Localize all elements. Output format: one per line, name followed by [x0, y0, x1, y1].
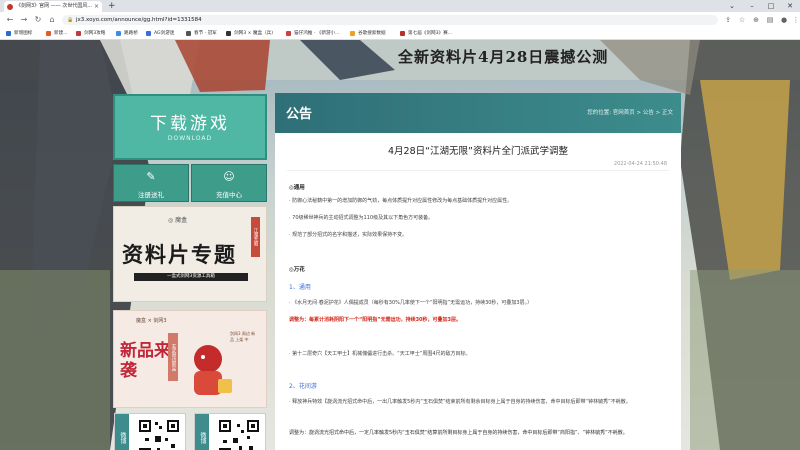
bookmark-item[interactable]: 路路桥: [116, 28, 138, 39]
menu-icon[interactable]: ⋮: [790, 14, 800, 26]
newitem-label: 玄武周边新品: [168, 333, 178, 381]
reload-icon[interactable]: ↻: [32, 14, 44, 26]
qr-card-label: 微博: [115, 414, 129, 450]
download-title: 下载游戏: [150, 114, 230, 134]
article-paragraph-adjusted: 调整为：旋涡流光招式命中后，一定几率触发5秒内“玉石俱焚”结算前所剩目标身上属于…: [289, 430, 628, 436]
register-label: 注册送礼: [138, 191, 164, 199]
banner-title: 全新资料片4月28日震撼公测: [398, 48, 609, 66]
maximize-icon[interactable]: □: [761, 0, 781, 12]
divider: [287, 170, 669, 171]
recharge-center-button[interactable]: ☺ 充值中心: [191, 164, 267, 202]
bookmark-item[interactable]: 第七届《剑网3》赛...: [400, 28, 452, 39]
back-icon[interactable]: ←: [4, 14, 16, 26]
new-product-banner[interactable]: 魔盒 × 剑网3 新品来袭 玄武周边新品 剑网3 周边 新品 上架 中: [113, 310, 267, 408]
bookmark-item[interactable]: 谷歌搜索数据: [350, 28, 386, 39]
section-heading-general: ◎通用: [289, 185, 305, 191]
lock-icon: 🔒: [67, 17, 74, 23]
subsection-heading: 2、花间游: [289, 383, 317, 390]
article-paragraph: · 防御心法秘籍中第一的增加防御的气劲，每点体质提升对应属性修改为每点基础体质提…: [289, 198, 513, 204]
url-text: jx3.xoyo.com/announce/gg.html?id=1331584: [76, 17, 202, 23]
download-game-button[interactable]: 下载游戏 DOWNLOAD: [113, 94, 267, 160]
bookmark-item[interactable]: AG剑游迷: [146, 28, 174, 39]
newitem-side-text: 剑网3 周边 新品 上架 中: [230, 331, 256, 342]
profile-icon[interactable]: ●: [778, 14, 790, 26]
article-title: 4月28日“江湖无限”资料片全门派武学调整: [388, 146, 568, 157]
expansion-feature-banner[interactable]: ◎ 魔盒 资料片专题 一盒式剑网3资源工具箱 江湖无限: [113, 206, 267, 302]
tab-jx3[interactable]: 《剑网3》官网 —— 次世代国风... ×: [4, 1, 102, 12]
bookmark-item[interactable]: 剑网3 × 魔盒（兵): [226, 28, 273, 39]
announcement-header: 公告 您的位置: 官网首页 > 公告 > 正文: [275, 93, 681, 133]
forward-icon[interactable]: →: [18, 14, 30, 26]
article-paragraph: · 第十二层奇穴【天工甲士】机械傀儡进行击杀。“天工甲士”周围4尺的敌方目标。: [289, 351, 471, 357]
browser-toolbar: ← → ↻ ⌂ 🔒 jx3.xoyo.com/announce/gg.html?…: [0, 12, 800, 28]
sidepanel-icon[interactable]: ▤: [764, 14, 776, 26]
announcement-header-title: 公告: [286, 107, 313, 122]
subsection-heading: 1、通用: [289, 284, 311, 291]
bookmark-item[interactable]: 猫仔鸿推 · 《新游小...: [286, 28, 340, 39]
bookmark-item[interactable]: 春节 · 冠军: [186, 28, 217, 39]
tab-bar: 《剑网3》官网 —— 次世代国风... × + ⌄ – □ ✕: [0, 0, 800, 12]
bookmarks-bar: 新增图标 新建... 剑网3攻略 路路桥 AG剑游迷 春节 · 冠军 剑网3 ×…: [0, 28, 800, 40]
new-tab-icon[interactable]: +: [108, 0, 116, 12]
tab-search-icon[interactable]: ⌄: [722, 0, 742, 12]
bookmark-item[interactable]: 新建...: [46, 28, 68, 39]
register-icon: ✎: [146, 170, 156, 183]
close-window-icon[interactable]: ✕: [780, 0, 800, 12]
article-paragraph: · 规范了部分招式的名字和描述，实际效果保持不变。: [289, 232, 408, 238]
article-paragraph: · 释放神兵特效【旋涡流光招式命中后，一出几率触发5秒内“玉石俱焚”结束前所有剩…: [289, 399, 631, 405]
extension-icon[interactable]: ⊕: [750, 14, 762, 26]
tab-close-icon[interactable]: ×: [94, 1, 99, 12]
article-paragraph-emphasis: 调整为：每累计消耗阴阳下一个“阳明指”无需运功，持续30秒，可叠加3层。: [289, 317, 462, 323]
register-gift-button[interactable]: ✎ 注册送礼: [113, 164, 189, 202]
tab-title: 《剑网3》官网 —— 次世代国风...: [16, 3, 93, 9]
promo-title: 资料片专题: [122, 242, 237, 267]
recharge-icon: ☺: [223, 170, 235, 183]
share-icon[interactable]: ⇪: [722, 14, 734, 26]
tab-favicon-icon: [7, 4, 13, 10]
qr-code-icon: [217, 418, 261, 450]
article-panel: 4月28日“江湖无限”资料片全门派武学调整 2022-04-24 21:50:4…: [275, 133, 681, 450]
home-icon[interactable]: ⌂: [46, 14, 58, 26]
minimize-icon[interactable]: –: [742, 0, 762, 12]
article-paragraph: · 《水月无间·春泥护花》人偶提成员（每秒有30%几率使下一个“阳明指”无需运功…: [289, 300, 533, 306]
article-paragraph: · 70级稀世神兵的主动招式调整为110级及其以下角色方可装备。: [289, 215, 434, 221]
page-content: 全新资料片4月28日震撼公测 下载游戏 DOWNLOAD ✎ 注册送礼 ☺ 充值…: [0, 40, 800, 450]
bookmark-item[interactable]: 剑网3攻略: [76, 28, 105, 39]
qr-code-icon: [137, 418, 181, 450]
bookmark-item[interactable]: 新增图标: [6, 28, 32, 39]
qr-card-weibo-2[interactable]: 微博: [194, 413, 266, 450]
promo-subtitle: 一盒式剑网3资源工具箱: [134, 273, 248, 281]
newitem-logo: 魔盒 × 剑网3: [136, 318, 167, 324]
promo-tag: ◎ 魔盒: [168, 217, 188, 224]
section-heading-wanhua: ◎万花: [289, 267, 305, 273]
mascot-illustration: [194, 345, 232, 395]
qr-card-weibo[interactable]: 微博: [114, 413, 186, 450]
download-subtitle: DOWNLOAD: [167, 135, 213, 142]
qr-card-label: 微博: [195, 414, 209, 450]
promo-badge: 江湖无限: [251, 217, 260, 257]
address-bar[interactable]: 🔒 jx3.xoyo.com/announce/gg.html?id=13315…: [62, 15, 718, 25]
bookmark-star-icon[interactable]: ☆: [736, 14, 748, 26]
article-date: 2022-04-24 21:50:48: [613, 161, 667, 167]
breadcrumb[interactable]: 您的位置: 官网首页 > 公告 > 正文: [587, 108, 673, 116]
recharge-label: 充值中心: [216, 191, 242, 199]
